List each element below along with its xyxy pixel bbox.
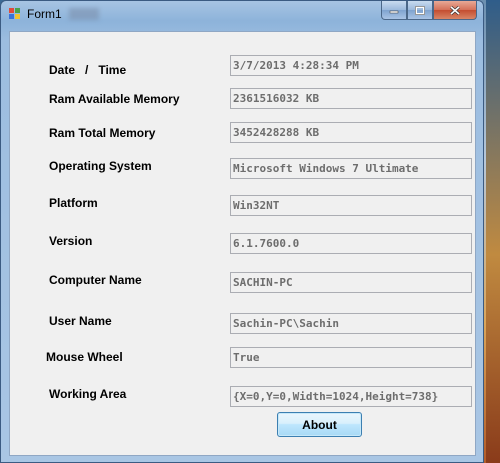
form-client-area: Date / Time 3/7/2013 4:28:34 PM Ram Avai… [9, 31, 476, 456]
computer-name-label: Computer Name [49, 273, 142, 287]
date-time-label: Date / Time [49, 63, 127, 77]
platform-field[interactable]: Win32NT [230, 195, 472, 216]
os-field[interactable]: Microsoft Windows 7 Ultimate [230, 158, 472, 179]
mouse-wheel-field[interactable]: True [230, 347, 472, 368]
working-area-label: Working Area [49, 387, 127, 401]
desktop-background-right [486, 0, 500, 463]
caption-buttons [381, 1, 477, 21]
app-icon[interactable] [9, 8, 21, 20]
blurred-title-region [69, 8, 99, 20]
maximize-button[interactable] [407, 1, 433, 20]
os-label: Operating System [49, 159, 152, 173]
ram-total-field[interactable]: 3452428288 KB [230, 122, 472, 143]
date-time-field[interactable]: 3/7/2013 4:28:34 PM [230, 55, 472, 76]
maximize-icon [415, 5, 425, 15]
version-field[interactable]: 6.1.7600.0 [230, 233, 472, 254]
ram-total-label: Ram Total Memory [49, 126, 156, 140]
title-bar[interactable]: Form1 [1, 1, 483, 27]
user-name-label: User Name [49, 314, 112, 328]
version-label: Version [49, 234, 93, 248]
ram-available-label: Ram Available Memory [49, 92, 180, 106]
working-area-field[interactable]: {X=0,Y=0,Width=1024,Height=738} [230, 386, 472, 407]
ram-available-field[interactable]: 2361516032 KB [230, 88, 472, 109]
form1-window: Form1 Date / Time 3/7/2013 4:28:34 PM Ra… [0, 0, 484, 463]
close-icon [450, 5, 460, 15]
platform-label: Platform [49, 196, 98, 210]
about-button[interactable]: About [277, 412, 362, 437]
user-name-field[interactable]: Sachin-PC\Sachin [230, 313, 472, 334]
mouse-wheel-label: Mouse Wheel [46, 350, 123, 364]
close-button[interactable] [433, 1, 477, 20]
minimize-button[interactable] [381, 1, 407, 20]
computer-name-field[interactable]: SACHIN-PC [230, 272, 472, 293]
window-title: Form1 [27, 7, 62, 21]
minimize-icon [389, 10, 399, 14]
